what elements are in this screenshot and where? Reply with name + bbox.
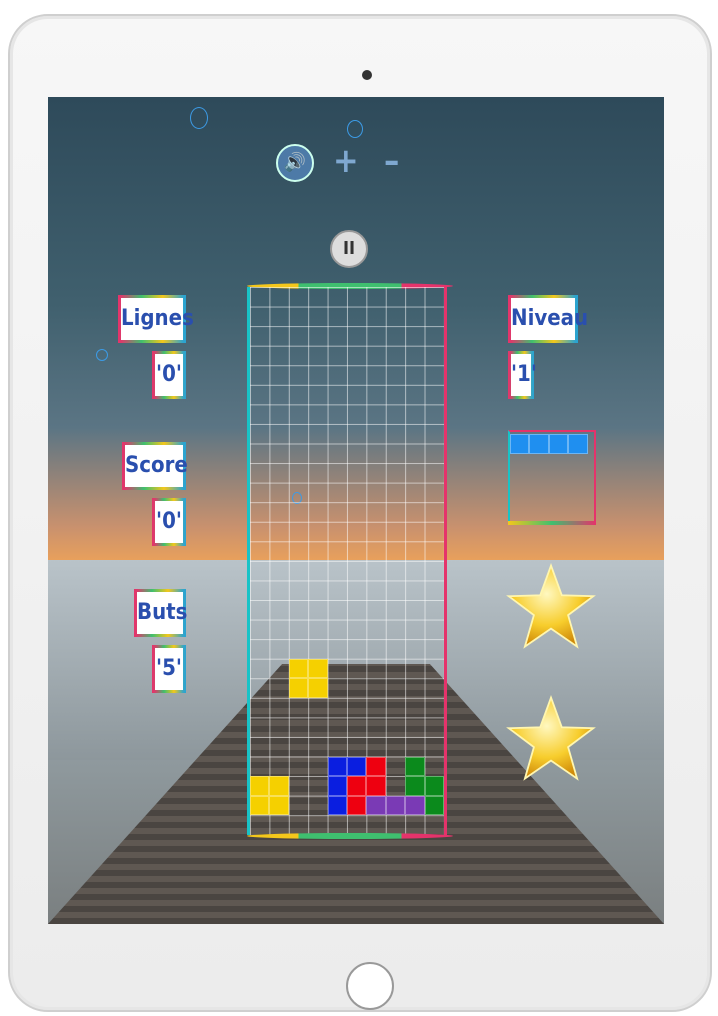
board-block xyxy=(405,795,425,816)
star-icon xyxy=(506,694,596,781)
board-block xyxy=(347,776,367,796)
goals-value: '5' xyxy=(152,645,186,693)
board-block xyxy=(366,776,386,796)
lines-label: Lignes xyxy=(118,295,194,343)
board-block xyxy=(288,678,309,698)
board-block xyxy=(366,795,386,816)
preview-bottom-border xyxy=(508,521,596,525)
board-grid xyxy=(250,287,444,835)
board-block xyxy=(308,658,328,679)
bubble-decoration xyxy=(96,349,108,361)
camera-icon xyxy=(362,70,372,80)
volume-up-button[interactable]: + xyxy=(333,141,359,181)
board-block xyxy=(269,795,289,816)
board-block xyxy=(308,678,328,698)
lines-value: '0' xyxy=(152,351,186,399)
board-block xyxy=(347,756,367,777)
board-block xyxy=(366,756,386,777)
board-block xyxy=(405,756,425,777)
board-block xyxy=(347,795,367,816)
next-piece-block xyxy=(548,434,569,454)
home-button[interactable] xyxy=(346,962,394,1010)
bubble-decoration xyxy=(347,120,363,138)
score-value: '0' xyxy=(152,498,186,546)
board-block xyxy=(288,658,309,679)
board-block xyxy=(327,756,347,777)
board-bottom-border xyxy=(247,833,453,839)
level-value: '1' xyxy=(508,351,537,399)
next-piece-block xyxy=(529,434,549,454)
pause-button[interactable]: II xyxy=(330,230,368,268)
board-block xyxy=(327,795,347,816)
board-block xyxy=(424,795,444,816)
goals-label: Buts xyxy=(134,589,187,637)
star-icon xyxy=(506,562,596,649)
speaker-icon[interactable]: 🔊 xyxy=(276,144,314,182)
board-block xyxy=(424,776,444,796)
board-block xyxy=(269,776,289,796)
score-label: Score xyxy=(122,442,188,490)
board-block xyxy=(385,795,406,816)
board-block xyxy=(250,776,270,796)
board-block xyxy=(405,776,425,796)
bubble-decoration xyxy=(190,107,208,129)
next-piece-block xyxy=(510,434,530,454)
game-board[interactable] xyxy=(247,283,453,839)
volume-down-button[interactable]: – xyxy=(384,141,399,181)
next-piece-block xyxy=(568,434,588,454)
next-piece-preview xyxy=(508,430,596,525)
board-block xyxy=(327,776,347,796)
game-screen: 🔊 + – II Lignes '0' Score '0' Buts '5' N… xyxy=(48,97,664,924)
level-label: Niveau xyxy=(508,295,588,343)
board-block xyxy=(250,795,270,816)
